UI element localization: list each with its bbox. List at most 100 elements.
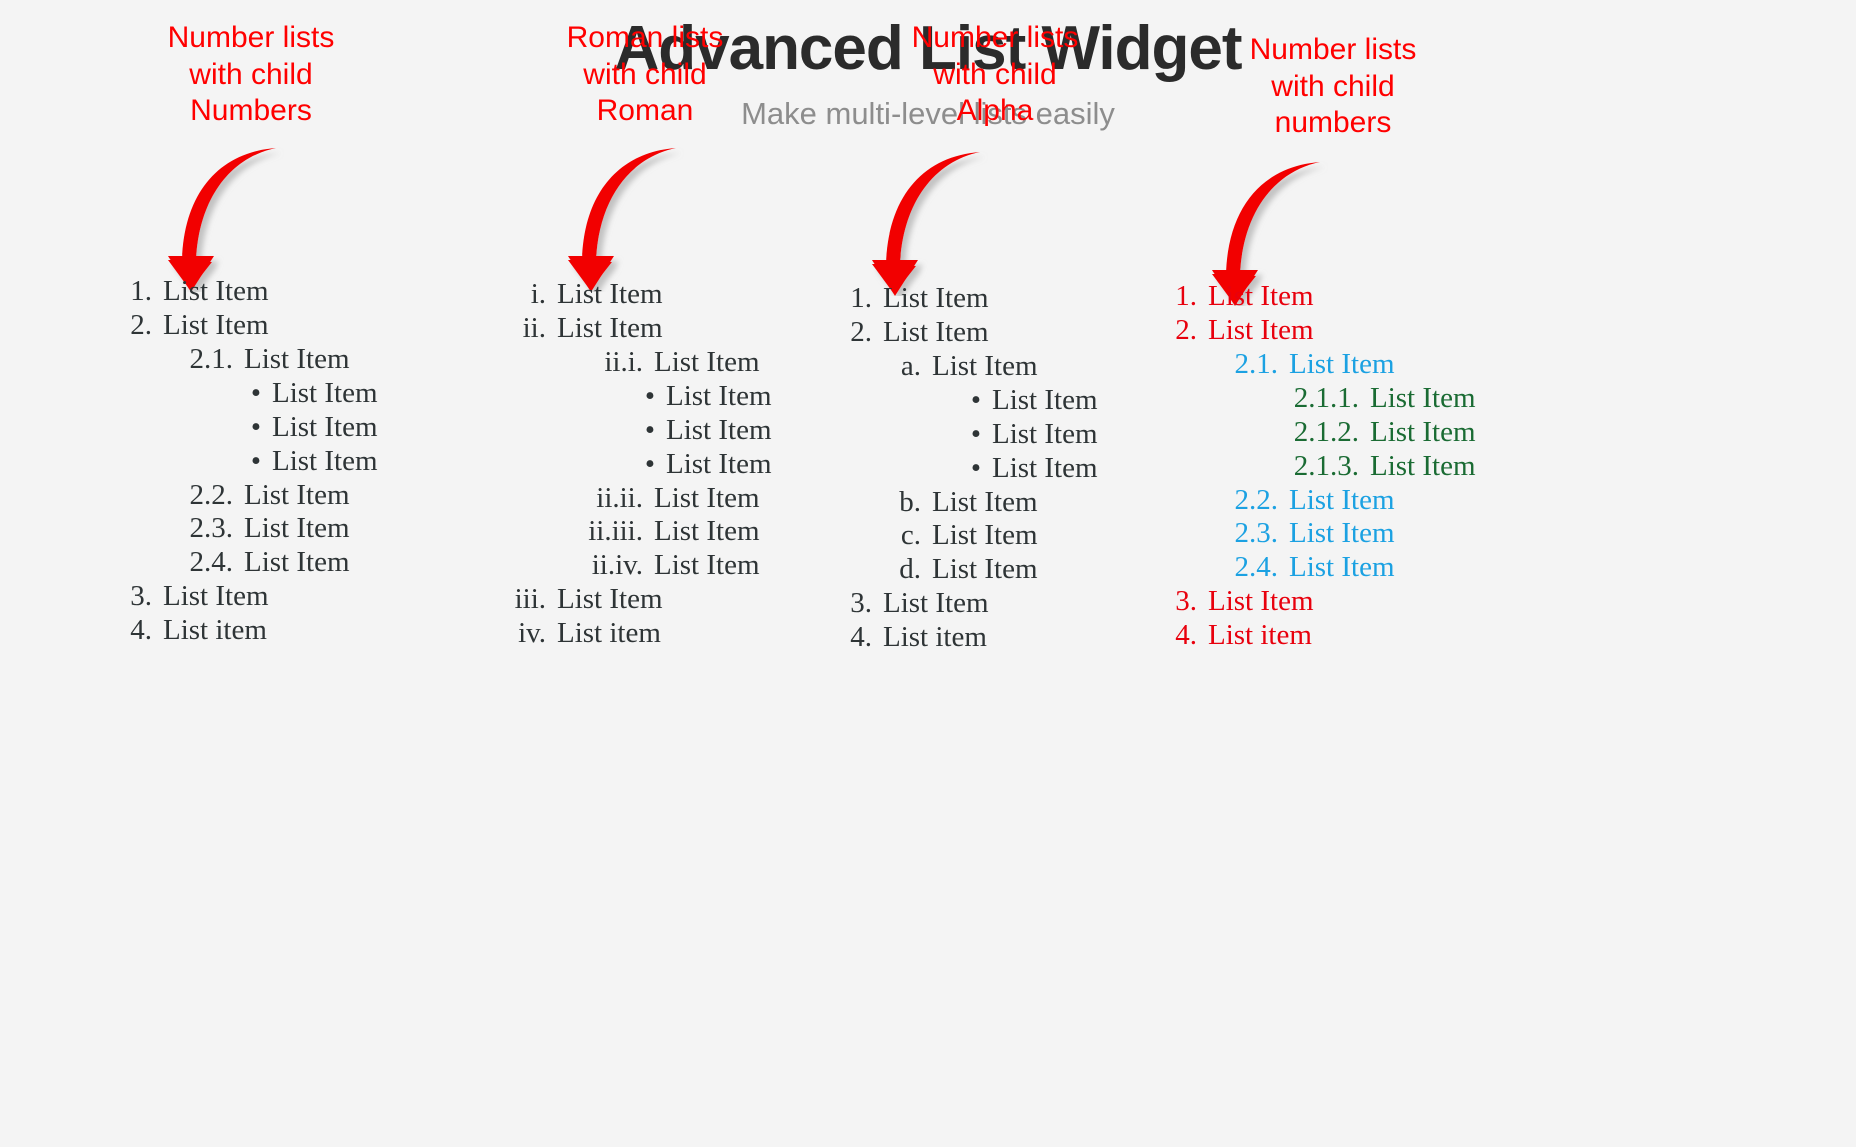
list-item-marker: 3. — [1175, 585, 1197, 618]
list-item-label: List Item — [1208, 585, 1314, 618]
list-item: b. List Item — [838, 486, 1098, 520]
list-item-label: List Item — [932, 485, 1038, 518]
list-item-marker: d. — [899, 553, 921, 586]
list-item-marker: • — [250, 376, 261, 409]
list-item-marker: 4. — [130, 614, 152, 647]
list-item: 1. List Item — [838, 282, 1098, 316]
list-item-label: List Item — [557, 311, 663, 344]
list-item: 3. List Item — [118, 580, 378, 614]
list-item-marker: 2.4. — [189, 546, 234, 579]
annotation-label-column-3: Number lists with child Alpha — [911, 21, 1079, 128]
list-item-marker: b. — [899, 485, 921, 518]
annotation-label-column-1: Number lists with child Numbers — [167, 21, 335, 128]
list-item: c. List Item — [838, 519, 1098, 553]
list-item: 2.1.3. List Item — [1163, 450, 1476, 484]
list-item-marker: • — [644, 379, 655, 412]
annotation-label-column-2: Roman lists with child Roman — [566, 21, 724, 128]
list-item: 3. List Item — [1163, 585, 1476, 619]
list-item-label: List Item — [244, 512, 350, 545]
list-item-marker: • — [250, 444, 261, 477]
list-item: ii.iv. List Item — [512, 549, 772, 583]
list-item-label: List Item — [654, 515, 760, 548]
list-item-label: List Item — [557, 278, 663, 310]
list-item: iii. List Item — [512, 583, 772, 617]
list-item-label: List Item — [1208, 313, 1314, 346]
list-item: 2.1.1. List Item — [1163, 382, 1476, 416]
list-item-marker: 3. — [130, 580, 152, 613]
list-item: d. List Item — [838, 553, 1098, 587]
list-column-3: 1. List Item 2. List Item a. List Item • List I… — [838, 282, 1098, 655]
list-item-label: List Item — [883, 587, 989, 620]
list-item: 4. List item — [838, 621, 1098, 655]
list-item-marker: 1. — [130, 275, 152, 307]
list-item-label: List Item — [992, 383, 1098, 416]
list-item-marker: 2.2. — [189, 478, 234, 511]
list-item: • List Item — [118, 377, 378, 411]
list-item-label: List Item — [244, 546, 350, 579]
list-column-1: 1. List Item 2. List Item 2.1. List Item • List… — [118, 275, 378, 648]
list-item-label: List Item — [932, 519, 1038, 552]
list-item: 2.2. List Item — [118, 479, 378, 513]
list-item-label: List Item — [1370, 415, 1476, 448]
list-item-marker: ii.ii. — [596, 481, 643, 514]
list-item-marker: 4. — [1175, 619, 1197, 652]
list-item-marker: • — [970, 417, 981, 450]
list-item-label: List Item — [272, 444, 378, 477]
list-item-label: List Item — [163, 308, 269, 341]
list-item-marker: 1. — [1175, 280, 1197, 312]
list-item-label: List Item — [272, 376, 378, 409]
list-item: 4. List item — [1163, 619, 1476, 653]
list-item: ii.ii. List Item — [512, 482, 772, 516]
list-item-marker: 2.3. — [1234, 517, 1279, 550]
list-item: 3. List Item — [838, 587, 1098, 621]
list-item: • List Item — [838, 384, 1098, 418]
list-item: • List Item — [512, 448, 772, 482]
list-item-label: List Item — [1289, 551, 1395, 584]
curved-down-arrow-icon — [568, 142, 698, 297]
list-item-label: List item — [557, 617, 661, 650]
list-item-marker: • — [644, 413, 655, 446]
list-item: • List Item — [512, 414, 772, 448]
list-item-marker: 2. — [1175, 313, 1197, 346]
list-item-marker: • — [250, 410, 261, 443]
list-item: 2.2. List Item — [1163, 484, 1476, 518]
list-item: 2.1. List Item — [118, 343, 378, 377]
list-column-2: i. List Item ii. List Item ii.i. List Item • Li… — [512, 278, 772, 651]
list-item-marker: ii.i. — [604, 345, 643, 378]
list-item: • List Item — [512, 380, 772, 414]
list-item-label: List item — [163, 614, 267, 647]
list-item-label: List Item — [1289, 347, 1395, 380]
list-item: iv. List item — [512, 617, 772, 651]
list-item-marker: i. — [530, 278, 546, 310]
list-item: ii.i. List Item — [512, 346, 772, 380]
list-item-marker: 2.3. — [189, 512, 234, 545]
curved-down-arrow-icon — [168, 142, 298, 297]
list-item-marker: c. — [900, 519, 921, 552]
list-item-marker: • — [970, 383, 981, 416]
list-item-label: List Item — [654, 345, 760, 378]
list-item-label: List Item — [1370, 381, 1476, 414]
list-item-label: List Item — [1370, 449, 1476, 482]
list-item-label: List Item — [1208, 280, 1314, 312]
list-item-label: List Item — [272, 410, 378, 443]
list-item-marker: ii. — [522, 311, 546, 344]
list-item-label: List Item — [666, 379, 772, 412]
list-item: 4. List item — [118, 614, 378, 648]
list-item-label: List Item — [244, 342, 350, 375]
list-item-marker: 2.1.3. — [1293, 449, 1359, 482]
list-item: 2.1.2. List Item — [1163, 416, 1476, 450]
list-item-marker: • — [970, 451, 981, 484]
annotation-label-column-4: Number lists with child numbers — [1249, 33, 1417, 140]
list-item: • List Item — [118, 445, 378, 479]
list-item-marker: 3. — [850, 587, 872, 620]
list-item: 2.4. List Item — [1163, 551, 1476, 585]
list-item-label: List Item — [666, 413, 772, 446]
list-item-label: List Item — [244, 478, 350, 511]
list-item: i. List Item — [512, 278, 772, 312]
list-item-label: List Item — [932, 553, 1038, 586]
list-item: • List Item — [838, 452, 1098, 486]
list-item: 2. List Item — [118, 309, 378, 343]
list-item-label: List Item — [557, 583, 663, 616]
list-item: a. List Item — [838, 350, 1098, 384]
list-item-label: List Item — [1289, 517, 1395, 550]
